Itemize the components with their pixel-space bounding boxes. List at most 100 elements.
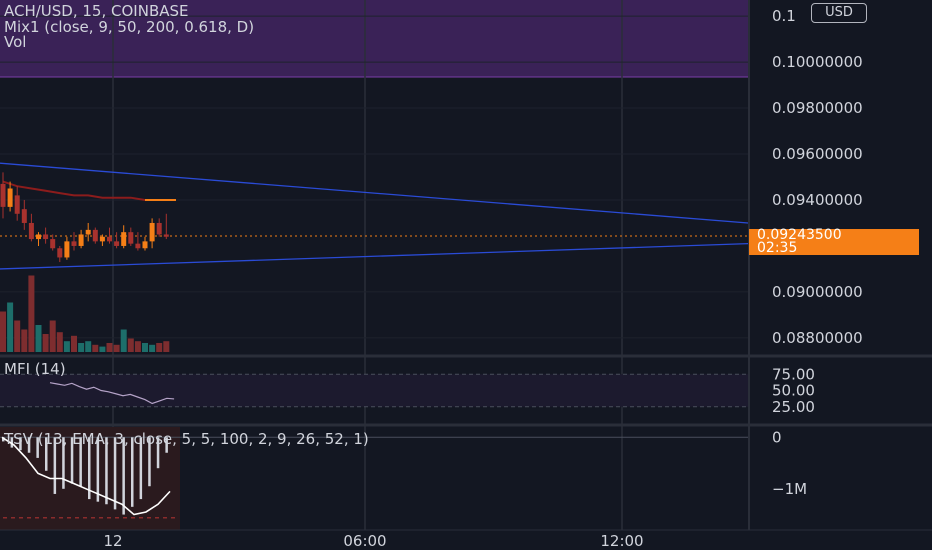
- candle-body: [43, 234, 49, 240]
- tsv-baseline-mark: [27, 517, 31, 519]
- tsv-baseline-mark: [51, 517, 55, 519]
- tsv-baseline-mark: [115, 517, 119, 519]
- candle-body: [92, 229, 98, 242]
- candle-body: [121, 232, 127, 246]
- mfi-legend[interactable]: MFI (14): [4, 361, 66, 377]
- candle-body: [149, 222, 155, 242]
- tsv-baseline-mark: [3, 517, 7, 519]
- price-tick-label: 0.09400000: [772, 191, 863, 209]
- candle-body: [57, 248, 63, 258]
- price-axis[interactable]: 0.1 0.10000000 0.09800000 0.09600000 0.09400…: [772, 7, 863, 347]
- candle-body: [71, 241, 77, 246]
- mfi-tick-label: 25.00: [772, 398, 815, 416]
- tsv-baseline-mark: [99, 517, 103, 519]
- volume-bar: [71, 335, 77, 352]
- volume-bar: [35, 325, 42, 352]
- tsv-baseline-mark: [163, 517, 167, 519]
- tsv-baseline-mark: [171, 517, 175, 519]
- volume-bar: [127, 338, 134, 352]
- tsv-baseline-mark: [75, 517, 79, 519]
- currency-button[interactable]: USD: [811, 3, 867, 23]
- candle-body: [36, 234, 41, 240]
- candle-body: [21, 209, 27, 223]
- tsv-baseline-mark: [67, 517, 71, 519]
- volume-bar: [78, 343, 85, 352]
- candle-body: [0, 183, 6, 207]
- tsv-baseline-mark: [91, 517, 95, 519]
- candle-body: [14, 195, 20, 214]
- candle-body: [85, 229, 91, 235]
- volume-bars: [0, 275, 170, 352]
- candle-body: [78, 234, 84, 246]
- volume-bar: [113, 344, 120, 352]
- volume-bar: [92, 344, 99, 352]
- tsv-tick-label: 0: [772, 428, 782, 446]
- mfi-band: [0, 374, 748, 407]
- trendline: [0, 162, 749, 224]
- price-tick-label: 0.09000000: [772, 283, 863, 301]
- volume-bar: [7, 302, 14, 352]
- volume-bar: [99, 346, 106, 352]
- time-tick-label: 12: [103, 532, 122, 550]
- candle-body: [99, 236, 105, 242]
- time-tick-label: 12:00: [600, 532, 643, 550]
- volume-bar: [120, 329, 127, 352]
- candle-body: [64, 241, 70, 258]
- symbol-title[interactable]: ACH/USD, 15, COINBASE: [4, 3, 189, 19]
- mfi-pane: 75.0050.0025.00: [0, 365, 815, 416]
- volume-bar: [56, 332, 63, 352]
- tsv-baseline-mark: [43, 517, 47, 519]
- tsv-baseline-mark: [131, 517, 135, 519]
- volume-bar: [28, 275, 35, 352]
- candlesticks: [0, 172, 169, 263]
- volume-bar: [42, 334, 49, 352]
- tsv-tick-label: −1M: [772, 480, 807, 498]
- volume-bar: [49, 320, 56, 352]
- volume-bar: [156, 343, 163, 352]
- tsv-baseline-mark: [107, 517, 111, 519]
- volume-bar: [142, 343, 148, 352]
- candle-body: [163, 234, 169, 237]
- volume-bar: [134, 341, 141, 352]
- moving-average-line: [2, 180, 146, 201]
- tsv-baseline-mark: [11, 517, 15, 519]
- tsv-baseline-mark: [155, 517, 159, 519]
- price-tick-label: 0.09600000: [772, 145, 863, 163]
- candle-body: [28, 222, 34, 240]
- candle-body: [107, 236, 112, 242]
- volume-legend[interactable]: Vol: [4, 34, 26, 50]
- chart-canvas[interactable]: 75.0050.0025.00 0 −1M 0.1 0.10000000 0.0980…: [0, 0, 932, 550]
- mix-indicator-legend[interactable]: Mix1 (close, 9, 50, 200, 0.618, D): [4, 19, 254, 35]
- candle-body: [142, 241, 148, 249]
- bar-countdown: 02:35: [757, 240, 798, 256]
- tsv-baseline-mark: [35, 517, 39, 519]
- time-axis[interactable]: 12 06:00 12:00: [0, 529, 932, 550]
- time-tick-label: 06:00: [343, 532, 386, 550]
- candle-body: [156, 222, 162, 235]
- tsv-histogram-bar: [122, 437, 125, 515]
- volume-bar: [0, 311, 6, 352]
- tsv-baseline-mark: [59, 517, 63, 519]
- candle-body: [135, 243, 141, 249]
- candle-body: [114, 241, 120, 246]
- tsv-baseline-mark: [147, 517, 151, 519]
- tsv-legend[interactable]: TSV (13, EMA, 3, close, 5, 5, 100, 2, 9,…: [4, 431, 369, 447]
- trendline: [0, 243, 749, 270]
- volume-bar: [163, 341, 170, 352]
- tsv-baseline-mark: [139, 517, 143, 519]
- tsv-baseline-mark: [19, 517, 23, 519]
- price-tick-label: 0.10000000: [772, 53, 863, 71]
- price-tick-label: 0.08800000: [772, 329, 863, 347]
- tsv-baseline-mark: [83, 517, 87, 519]
- last-price-tag: 0.09243500 02:35: [749, 228, 919, 256]
- price-tick-label: 0.09800000: [772, 99, 863, 117]
- volume-bar: [149, 344, 156, 352]
- candle-body: [50, 239, 56, 249]
- price-tick-label: 0.1: [772, 7, 796, 25]
- candle-body: [7, 188, 13, 207]
- time-axis-background: [0, 530, 932, 550]
- trendlines: [0, 162, 749, 270]
- volume-bar: [85, 341, 92, 352]
- volume-bar: [14, 320, 21, 352]
- tsv-histogram-bar: [113, 437, 117, 510]
